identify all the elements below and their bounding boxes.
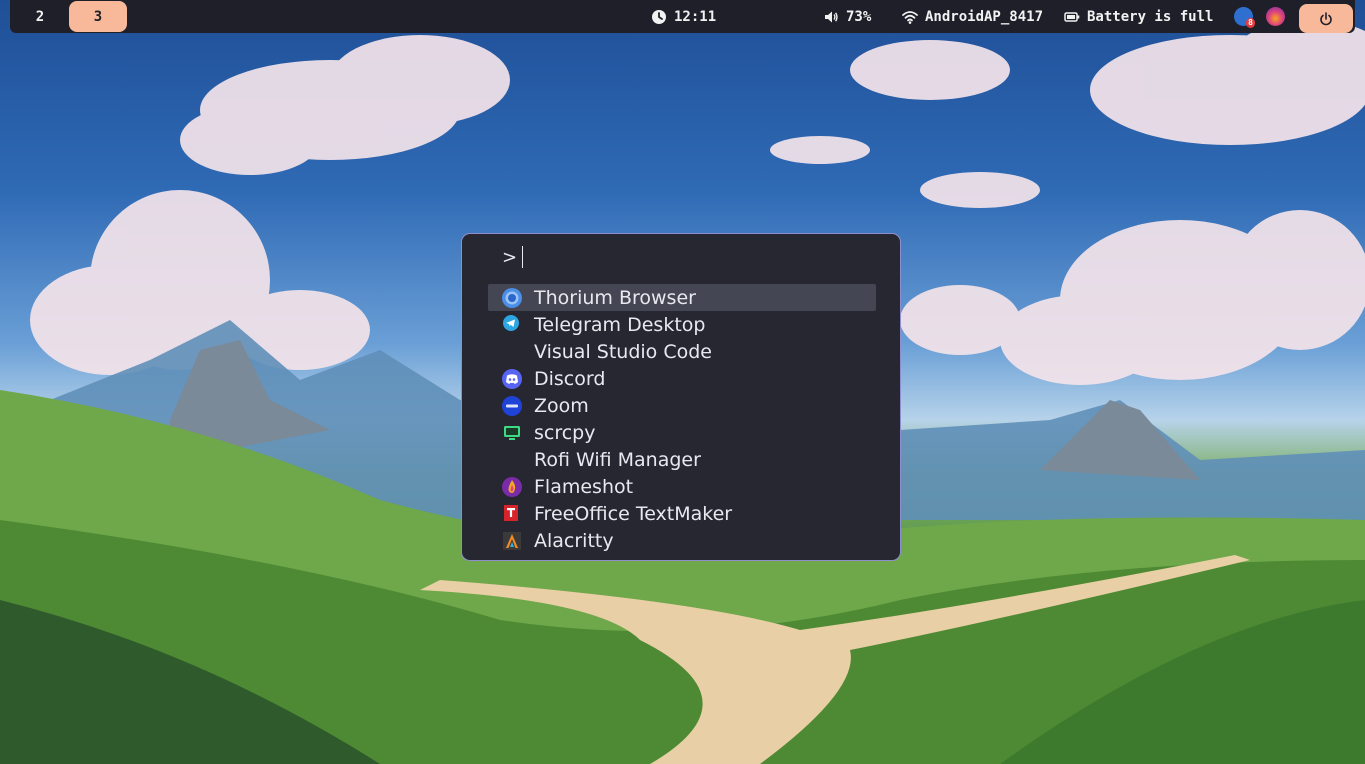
app-entry-alacritty[interactable]: Alacritty bbox=[488, 527, 876, 554]
telegram-icon bbox=[501, 314, 523, 336]
flameshot-icon bbox=[501, 476, 523, 498]
app-entry-label: scrcpy bbox=[534, 421, 596, 444]
app-entry-label: Visual Studio Code bbox=[534, 340, 712, 363]
zoom-icon bbox=[501, 395, 523, 417]
workspace-label: 2 bbox=[35, 8, 45, 25]
app-entry-label: Flameshot bbox=[534, 475, 634, 498]
app-entry-discord[interactable]: Discord bbox=[488, 365, 876, 392]
tray-badge: 8 bbox=[1246, 18, 1255, 28]
scrcpy-icon bbox=[501, 422, 523, 444]
app-launcher: > Thorium Browser Telegram Desktop Visua… bbox=[461, 233, 901, 561]
alacritty-icon bbox=[501, 530, 523, 552]
app-entry-flameshot[interactable]: Flameshot bbox=[488, 473, 876, 500]
app-entry-rofi-wifi-manager[interactable]: Rofi Wifi Manager bbox=[488, 446, 876, 473]
prompt-symbol: > bbox=[502, 246, 518, 268]
app-entry-zoom[interactable]: Zoom bbox=[488, 392, 876, 419]
app-entry-label: FreeOffice TextMaker bbox=[534, 502, 733, 525]
app-entry-label: Alacritty bbox=[534, 529, 614, 552]
app-entry-visual-studio-code[interactable]: Visual Studio Code bbox=[488, 338, 876, 365]
discord-icon bbox=[501, 368, 523, 390]
thorium-browser-icon bbox=[501, 287, 523, 309]
clock-time: 12:11 bbox=[674, 8, 717, 25]
textmaker-icon bbox=[501, 503, 523, 525]
wifi-icon bbox=[902, 10, 918, 24]
app-entry-label: Telegram Desktop bbox=[534, 313, 706, 336]
top-bar: 2 3 12:11 73% AndroidAP_8417 Battery is … bbox=[10, 0, 1355, 33]
text-cursor bbox=[522, 246, 524, 268]
clock-icon bbox=[652, 9, 666, 24]
clock[interactable]: 12:11 bbox=[651, 0, 716, 33]
workspace-label: 3 bbox=[93, 8, 103, 25]
app-entry-label: Thorium Browser bbox=[534, 286, 696, 309]
battery-indicator[interactable]: Battery is full bbox=[1064, 0, 1213, 33]
battery-status: Battery is full bbox=[1087, 8, 1214, 25]
launcher-search-input[interactable]: > bbox=[502, 246, 524, 268]
app-entry-telegram-desktop[interactable]: Telegram Desktop bbox=[488, 311, 876, 338]
wifi-ssid: AndroidAP_8417 bbox=[925, 8, 1044, 25]
app-entry-thorium-browser[interactable]: Thorium Browser bbox=[488, 284, 876, 311]
wifi-indicator[interactable]: AndroidAP_8417 bbox=[902, 0, 1043, 33]
app-list: Thorium Browser Telegram Desktop Visual … bbox=[488, 284, 876, 554]
workspace-button-3[interactable]: 3 bbox=[69, 1, 127, 32]
vscode-icon-placeholder bbox=[501, 341, 523, 363]
battery-icon bbox=[1064, 11, 1080, 22]
tray-app-icon[interactable]: 8 bbox=[1234, 7, 1255, 28]
app-entry-scrcpy[interactable]: scrcpy bbox=[488, 419, 876, 446]
app-entry-label: Discord bbox=[534, 367, 606, 390]
power-button[interactable] bbox=[1299, 4, 1353, 33]
app-entry-label: Zoom bbox=[534, 394, 589, 417]
power-icon bbox=[1320, 11, 1332, 25]
rofi-wifi-icon-placeholder bbox=[501, 449, 523, 471]
workspace-button-2[interactable]: 2 bbox=[11, 1, 69, 32]
volume-indicator[interactable]: 73% bbox=[823, 0, 871, 33]
app-entry-freeoffice-textmaker[interactable]: FreeOffice TextMaker bbox=[488, 500, 876, 527]
speaker-icon bbox=[825, 11, 838, 22]
flameshot-tray-icon[interactable] bbox=[1266, 7, 1285, 26]
volume-value: 73% bbox=[846, 8, 872, 25]
app-entry-label: Rofi Wifi Manager bbox=[534, 448, 701, 471]
